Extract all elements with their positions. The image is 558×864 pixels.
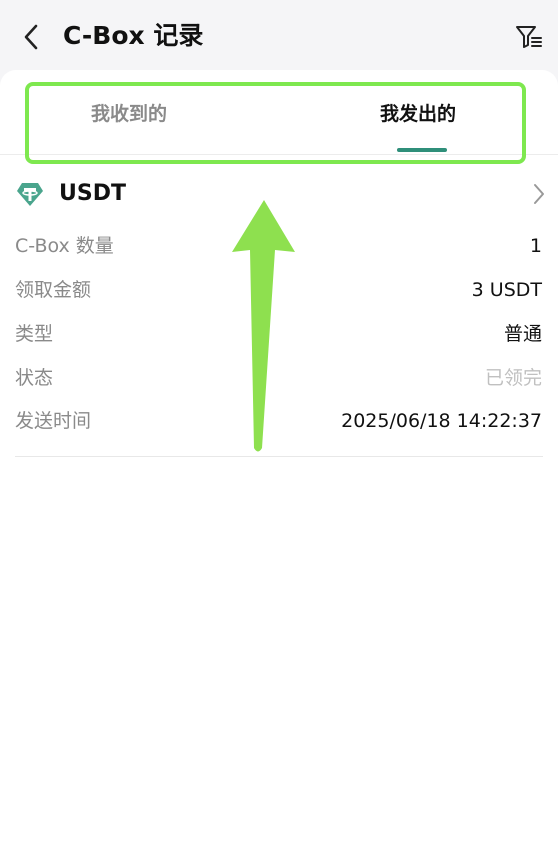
chevron-left-icon <box>24 24 38 50</box>
detail-value: 普通 <box>503 323 542 345</box>
coin-name: USDT <box>59 181 126 206</box>
filter-icon <box>516 26 542 48</box>
detail-label: 领取金额 <box>15 279 92 301</box>
detail-value: 1 <box>529 235 542 257</box>
detail-label: 状态 <box>15 367 54 389</box>
detail-row-status: 状态 已领完 <box>15 363 542 393</box>
tab-sent[interactable]: 我发出的 <box>380 94 456 134</box>
detail-row-send-time: 发送时间 2025/06/18 14:22:37 <box>15 406 542 436</box>
detail-row-amount: 领取金额 3 USDT <box>15 275 542 305</box>
detail-value: 3 USDT <box>471 279 542 301</box>
tab-received[interactable]: 我收到的 <box>91 94 167 134</box>
detail-label: 发送时间 <box>15 410 92 432</box>
tab-bar: 我收到的 我发出的 <box>0 70 558 155</box>
back-button[interactable] <box>14 20 48 54</box>
detail-row-type: 类型 普通 <box>15 319 542 349</box>
detail-label: C-Box 数量 <box>15 235 114 257</box>
top-bar: C-Box 记录 <box>0 0 558 80</box>
tether-icon <box>17 183 43 206</box>
page-title: C-Box 记录 <box>63 21 204 50</box>
active-tab-indicator <box>397 148 447 152</box>
divider <box>15 456 543 457</box>
detail-value: 2025/06/18 14:22:37 <box>341 410 542 432</box>
status-value: 已领完 <box>484 367 542 389</box>
coin-row[interactable]: USDT <box>16 176 546 212</box>
chevron-right-icon <box>534 184 544 204</box>
record-card: USDT C-Box 数量 1 领取金额 3 USDT 类型 普通 状态 已领完… <box>0 156 558 456</box>
filter-button[interactable] <box>514 22 544 52</box>
detail-label: 类型 <box>15 323 54 345</box>
detail-row-quantity: C-Box 数量 1 <box>15 231 542 261</box>
